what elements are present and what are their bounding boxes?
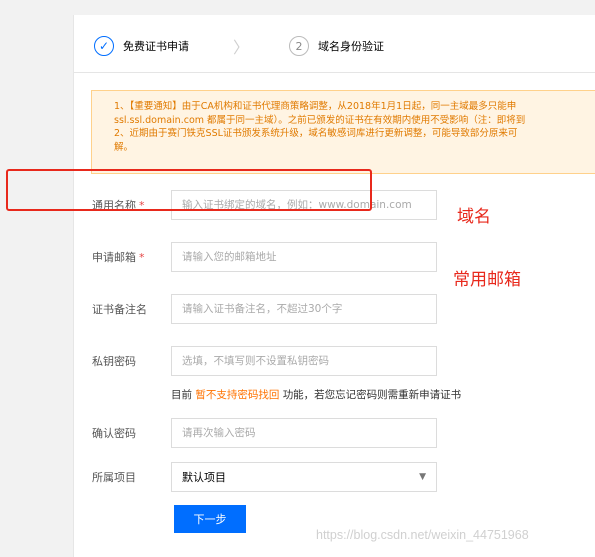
next-button[interactable]: 下一步 xyxy=(174,505,246,533)
email-label: 申请邮箱 * xyxy=(92,251,145,264)
notice-line-3: 2、近期由于赛门铁克SSL证书颁发系统升级，域名敏感词库进行更新调整，可能导致部… xyxy=(114,128,518,139)
dropdown-arrow-icon: ▼ xyxy=(419,472,426,482)
notice-line-2: ssl.ssl.domain.com 都属于同一主域）。之前已颁发的证书在有效期… xyxy=(114,114,526,126)
step-indicator: ✓ 免费证书申请 〉 2 域名身份验证 xyxy=(94,33,384,59)
step-2-number: 2 xyxy=(289,36,310,56)
key-password-row: 私钥密码 xyxy=(74,346,595,376)
email-input[interactable] xyxy=(171,242,437,272)
annotation-domain-note: 域名 xyxy=(457,207,491,227)
project-select[interactable]: 默认项目 ▼ xyxy=(171,462,437,492)
chevron-right-icon: 〉 xyxy=(233,38,250,57)
project-value: 默认项目 xyxy=(182,471,226,484)
notice-line-4: 解。 xyxy=(114,141,134,153)
step-2-label: 域名身份验证 xyxy=(318,40,385,53)
notice-line-1: 1、【重要通知】由于CA机构和证书代理商策略调整，从2018年1月1日起，同一主… xyxy=(114,101,517,112)
confirm-password-input[interactable] xyxy=(171,418,437,448)
divider xyxy=(74,72,595,73)
annotation-highlight-box xyxy=(6,169,372,211)
password-recovery-link[interactable]: 暂不支持密码找回 xyxy=(195,389,279,401)
confirm-password-label: 确认密码 xyxy=(92,427,136,440)
key-password-label: 私钥密码 xyxy=(92,355,136,368)
remark-row: 证书备注名 xyxy=(74,294,595,324)
remark-input[interactable] xyxy=(171,294,437,324)
remark-label: 证书备注名 xyxy=(92,303,147,316)
project-row: 所属项目 默认项目 ▼ xyxy=(74,462,595,492)
step-1-label: 免费证书申请 xyxy=(123,40,189,53)
annotation-email-note: 常用邮箱 xyxy=(453,270,521,290)
password-hint: 目前 暂不支持密码找回 功能，若您忘记密码则需重新申请证书 xyxy=(171,389,462,401)
watermark-text: https://blog.csdn.net/weixin_44751968 xyxy=(316,528,529,542)
key-password-input[interactable] xyxy=(171,346,437,376)
check-icon: ✓ xyxy=(94,36,114,56)
notice-banner: 1、【重要通知】由于CA机构和证书代理商策略调整，从2018年1月1日起，同一主… xyxy=(91,90,595,174)
confirm-password-row: 确认密码 xyxy=(74,418,595,448)
project-label: 所属项目 xyxy=(92,471,136,484)
